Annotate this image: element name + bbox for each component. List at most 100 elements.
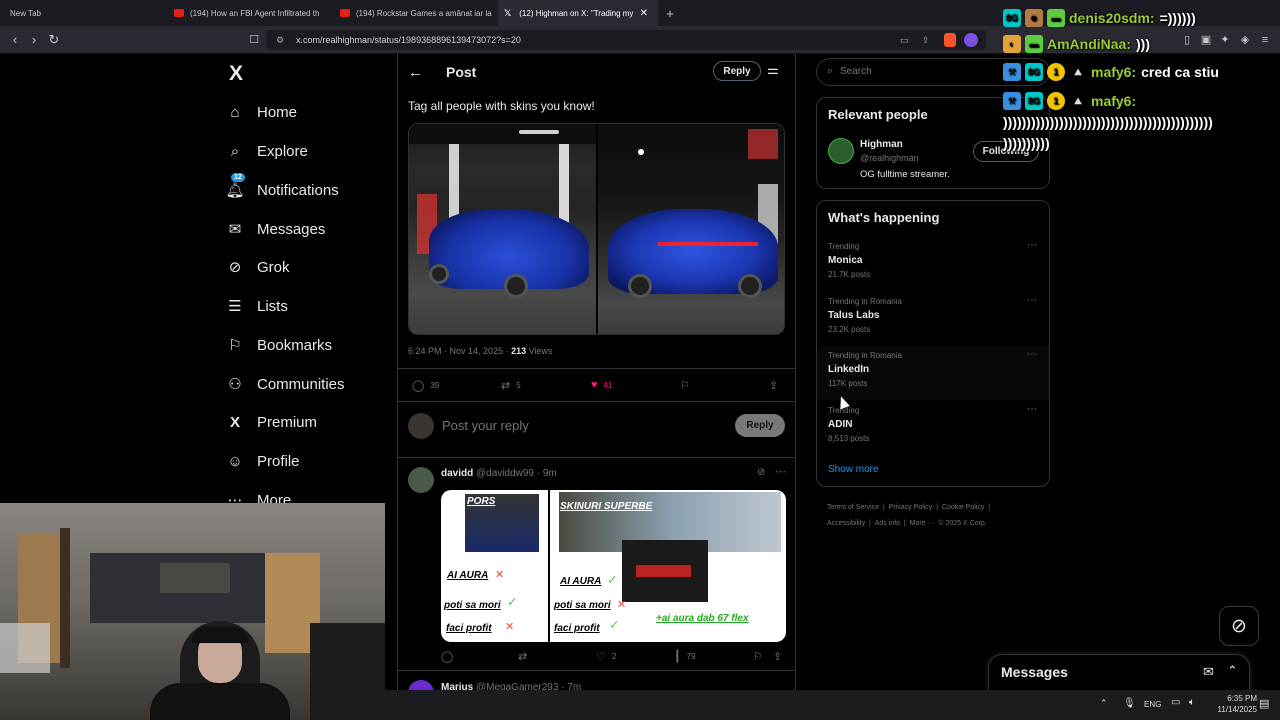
new-message-icon[interactable]: ✉ [1203, 664, 1214, 680]
grok-icon[interactable]: ⊘ [757, 467, 765, 478]
site-info-icon[interactable]: ⚙ [276, 30, 284, 50]
trend-item[interactable]: Trending ADIN 8,513 posts ⋯ [817, 401, 1049, 455]
share-action[interactable]: ⇪ [769, 379, 784, 392]
trend-item[interactable]: Trending Monica 21.7K posts ⋯ [817, 237, 1049, 291]
analytics-icon: ┃ [674, 651, 681, 663]
tab-youtube-rockstar[interactable]: (194) Rockstar Games a amânat iar la [332, 0, 497, 26]
microphone-icon[interactable]: 🎙︎ [1123, 698, 1136, 709]
vpn-icon[interactable]: ◈ [1238, 33, 1252, 47]
car-photo-rear[interactable] [598, 124, 784, 334]
bookmark-icon: ⚐ [680, 380, 690, 392]
car-photo-front[interactable] [409, 124, 596, 334]
share-action[interactable]: ⇪ [773, 650, 788, 663]
post-media[interactable] [408, 123, 785, 335]
sidebar-item-home[interactable]: ⌂ Home [226, 97, 297, 127]
footer-link[interactable]: Privacy Policy [889, 504, 933, 511]
share-icon[interactable]: ⇪ [922, 30, 930, 50]
forward-icon[interactable]: › [26, 32, 42, 48]
wallet-icon[interactable]: ▣ [1199, 33, 1213, 47]
sidebar-item-communities[interactable]: ⚇ Communities [226, 369, 344, 399]
repost-icon: ⇄ [518, 651, 528, 663]
chat-message-continuation: )))))))))) [1003, 135, 1050, 151]
person-icon: ☺ [227, 452, 243, 470]
avatar[interactable] [828, 138, 854, 164]
menu-icon[interactable]: ≡ [1258, 33, 1272, 47]
sidebar-item-messages[interactable]: ✉ Messages [226, 214, 326, 244]
more-options-icon[interactable]: ⋯ [775, 465, 786, 478]
sub-badge-icon: ▬ [1025, 35, 1043, 53]
close-tab-icon[interactable]: ✕ [640, 8, 648, 19]
url-field[interactable]: ⚙ x.com/realhighman/status/1989368896139… [266, 30, 986, 50]
clock[interactable]: 6:35 PM 11/14/2025 [1207, 693, 1257, 715]
chevron-up-icon[interactable]: ⌃ [1227, 663, 1238, 679]
show-more-link[interactable]: Show more [828, 464, 879, 475]
back-arrow-icon[interactable]: ← [408, 64, 423, 81]
like-action[interactable]: ♡ 2 [596, 650, 616, 663]
more-options-icon[interactable]: ⋯ [1027, 240, 1037, 251]
reply-input[interactable]: Post your reply [442, 418, 529, 433]
back-icon[interactable]: ‹ [7, 32, 23, 48]
x-logo-icon: 𝕏 [504, 7, 512, 18]
network-icon[interactable]: ▭ [1171, 697, 1180, 708]
search-icon: ⌕ [230, 142, 240, 160]
tab-youtube-fbi[interactable]: (194) How an FBI Agent Infiltrated th [166, 0, 331, 26]
grok-float-button[interactable]: ⊘ [1219, 606, 1259, 646]
footer-link[interactable]: Cookie Policy [942, 504, 984, 511]
home-icon: ⌂ [230, 103, 240, 121]
chat-message: 8G ☻ ▬ denis20sdm: =)))))) [1003, 9, 1196, 27]
windows-taskbar: ⌃ 🎙︎ ENG ▭ 🔈︎ 6:35 PM 11/14/2025 ▤ [385, 690, 1280, 720]
settings-sliders-icon[interactable]: ⚌ [767, 62, 779, 78]
bookmark-action[interactable]: ⚐ [753, 650, 769, 663]
sidebar-item-premium[interactable]: X Premium [226, 407, 317, 437]
footer-link[interactable]: Ads info [875, 520, 900, 527]
header-reply-button[interactable]: Reply [713, 61, 761, 81]
reload-icon[interactable]: ↻ [46, 32, 62, 48]
footer-link[interactable]: Terms of Service [827, 504, 879, 511]
more-options-icon[interactable]: ⋯ [1027, 404, 1037, 415]
reply-action[interactable]: ◯ [441, 650, 459, 663]
avatar[interactable] [408, 467, 434, 493]
trend-item[interactable]: Trending in Romania LinkedIn 117K posts … [817, 346, 1049, 400]
chevron-up-icon[interactable]: ⌃ [1100, 698, 1108, 709]
brave-rewards-icon[interactable] [964, 33, 978, 47]
views-action[interactable]: ┃ 79 [674, 650, 696, 663]
badge-icon: 8G [1025, 92, 1043, 110]
sidebar-icon[interactable]: ▯ [1180, 33, 1194, 47]
bookmark-action[interactable]: ⚐ [680, 379, 696, 392]
sidebar-item-notifications[interactable]: 🔔︎ 12 Notifications [225, 173, 339, 205]
like-action[interactable]: ♥ 41 [591, 379, 612, 391]
sidebar-item-grok[interactable]: ⊘ Grok [226, 252, 290, 282]
emote-icon: ◐ [1003, 35, 1021, 53]
screen-icon[interactable]: ▭ [900, 30, 909, 50]
cross-mark-icon: ✕ [617, 599, 627, 611]
reply-action[interactable]: ◯ 39 [412, 379, 439, 392]
more-options-icon[interactable]: ⋯ [1027, 349, 1037, 360]
more-options-icon[interactable]: ⋯ [1027, 295, 1037, 306]
tab-x-highman[interactable]: 𝕏 (12) Highman on X: "Trading my ✕ [498, 0, 658, 26]
whats-happening-card: What's happening Trending Monica 21.7K p… [816, 200, 1050, 487]
x-logo-icon[interactable]: X [226, 62, 246, 85]
sidebar-item-lists[interactable]: ☰ Lists [226, 291, 288, 321]
relevant-people-title: Relevant people [828, 107, 928, 122]
bookmark-page-icon[interactable]: ☐ [246, 32, 262, 48]
messages-drawer[interactable]: Messages ✉ ⌃ [988, 654, 1250, 694]
new-tab-button[interactable]: + [662, 0, 678, 26]
trend-item[interactable]: Trending in Romania Talus Labs 23.2K pos… [817, 292, 1049, 346]
leo-icon[interactable]: ✦ [1218, 33, 1232, 47]
repost-action[interactable]: ⇄ 5 [501, 379, 521, 392]
notification-center-icon[interactable]: ▤ [1259, 697, 1269, 710]
footer-link[interactable]: More ··· [910, 520, 935, 527]
speaker-icon[interactable]: 🔈︎ [1189, 697, 1195, 708]
reply-meme-image[interactable]: PORS SKINURI SUPERBE AI AURA ✕ AI AURA ✓… [441, 490, 786, 642]
hammer-badge-icon: ⚒ [1003, 92, 1021, 110]
footer-link[interactable]: Accessibility [827, 520, 865, 527]
reply-submit-button[interactable]: Reply [735, 414, 785, 437]
avatar [408, 413, 434, 439]
repost-action[interactable]: ⇄ [518, 650, 533, 663]
sidebar-item-explore[interactable]: ⌕ Explore [226, 136, 308, 166]
sidebar-item-bookmarks[interactable]: ⚐ Bookmarks [226, 330, 332, 360]
repost-icon: ⇄ [501, 380, 511, 392]
brave-shield-icon[interactable] [944, 33, 956, 47]
tab-new-tab[interactable]: New Tab [0, 0, 165, 26]
sidebar-item-profile[interactable]: ☺ Profile [226, 446, 299, 476]
